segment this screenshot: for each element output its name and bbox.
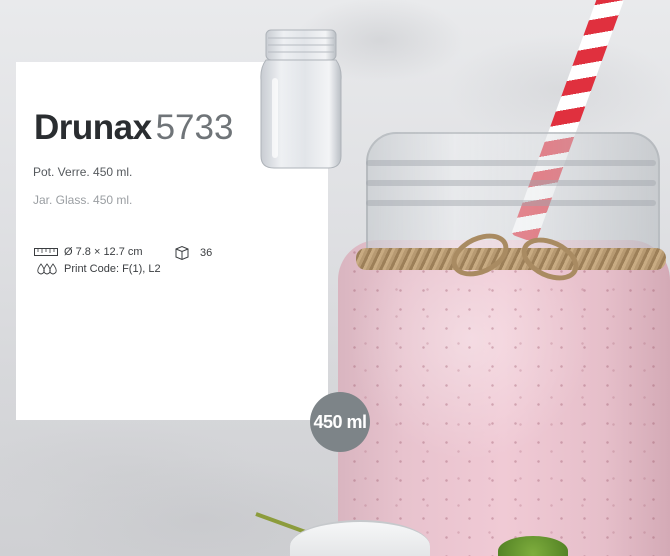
jar-neck-glass	[366, 132, 660, 266]
jar-thread	[366, 180, 656, 186]
jar-thread	[366, 200, 656, 206]
print-drops-icon	[37, 263, 57, 275]
print-code-value: Print Code: F(1), L2	[64, 263, 161, 275]
description-french: Pot. Verre. 450 ml.	[33, 165, 133, 179]
spec-print-code: Print Code: F(1), L2	[36, 262, 161, 276]
description-english: Jar. Glass. 450 ml.	[33, 193, 133, 207]
product-page: Drunax 5733 Pot. Verre. 450 ml. Jar. Glas…	[0, 0, 670, 556]
ruler-icon	[34, 248, 58, 256]
spec-dimensions: Ø 7.8 × 12.7 cm	[34, 246, 143, 258]
product-code: 5733	[155, 108, 234, 147]
product-title: Drunax 5733	[34, 108, 233, 148]
product-name: Drunax	[34, 108, 152, 147]
box-icon	[175, 245, 189, 261]
smoothie-speckles	[338, 240, 670, 556]
twine-band	[356, 248, 666, 270]
jar-thread	[366, 160, 656, 166]
dimensions-value: Ø 7.8 × 12.7 cm	[64, 246, 143, 258]
smoothie-jar-body	[338, 240, 670, 556]
box-quantity-value: 36	[200, 247, 213, 259]
spec-box-quantity: 36	[174, 245, 212, 261]
capacity-badge: 450 ml	[310, 392, 370, 452]
product-jar-image	[260, 29, 342, 169]
